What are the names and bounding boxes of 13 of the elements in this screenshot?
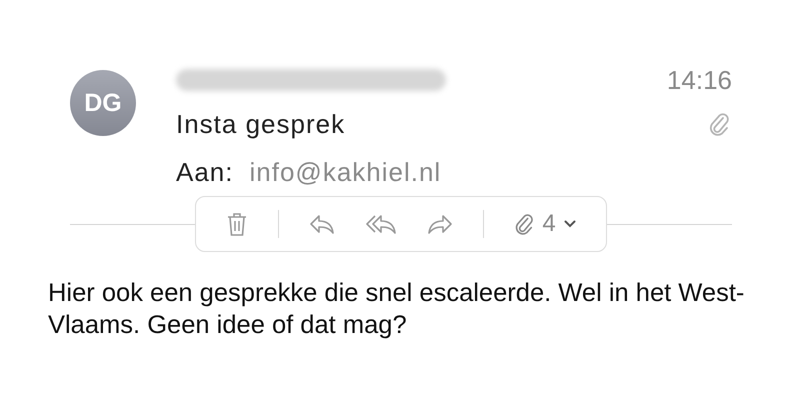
attachments-button[interactable]: 4: [514, 210, 576, 238]
recipient-address: info@kakhiel.nl: [250, 156, 442, 188]
chevron-down-icon: [564, 220, 576, 228]
reply-icon[interactable]: [309, 213, 336, 235]
reply-all-icon[interactable]: [365, 213, 398, 235]
trash-icon[interactable]: [226, 211, 248, 237]
message-subject: Insta gesprek: [176, 108, 346, 140]
paperclip-icon: [514, 212, 534, 236]
message-time: 14:16: [666, 64, 732, 96]
to-label: Aan:: [176, 156, 234, 188]
message-body: Hier ook een gesprekke die snel escaleerde. Wel in het West-Vlaams. Geen idee of dat mag?: [48, 278, 746, 341]
avatar: DG: [70, 70, 136, 136]
forward-icon[interactable]: [427, 213, 454, 235]
